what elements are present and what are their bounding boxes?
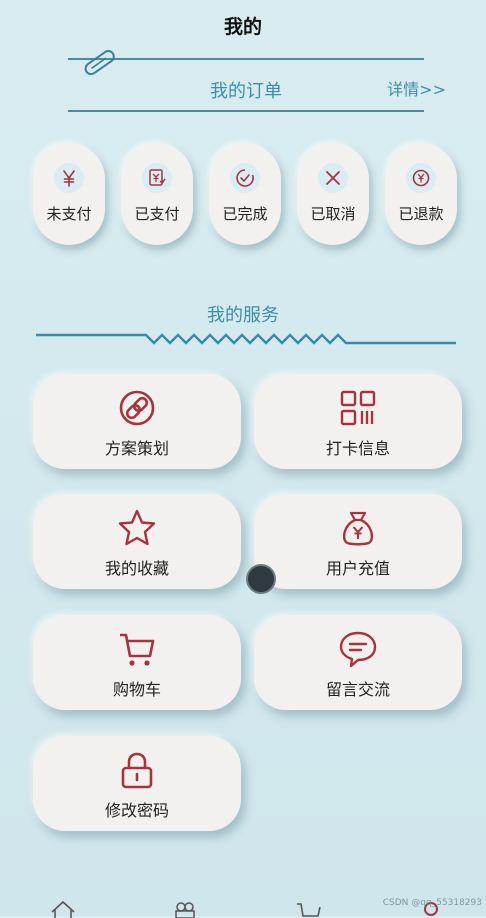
order-section-title: 我的订单 (210, 81, 282, 102)
order-detail-link[interactable]: 详情>> (387, 76, 446, 100)
page-title: 我的 (223, 16, 262, 38)
receipt-icon (142, 163, 172, 193)
service-plan[interactable]: 方案策划 (33, 374, 241, 469)
check-circle-icon (230, 163, 260, 193)
order-status-list: 未支付 已支付 已完成 已取消 已退款 (33, 143, 459, 247)
zigzag-divider (36, 333, 456, 345)
order-status-paid[interactable]: 已支付 (121, 143, 193, 245)
order-status-label: 已支付 (134, 205, 180, 223)
watermark: CSDN @qq_55318293 (382, 898, 482, 908)
service-messages[interactable]: 留言交流 (254, 615, 462, 710)
order-status-cancelled[interactable]: 已取消 (297, 143, 369, 245)
cart-icon[interactable] (296, 900, 322, 918)
order-status-label: 已取消 (310, 205, 356, 223)
order-status-completed[interactable]: 已完成 (209, 143, 281, 245)
chat-bubble-icon (339, 631, 377, 668)
service-label: 购物车 (112, 680, 161, 699)
order-status-refunded[interactable]: 已退款 (385, 143, 457, 245)
order-status-label: 未支付 (46, 205, 92, 223)
service-favorites[interactable]: 我的收藏 (33, 494, 241, 589)
services-section-title: 我的服务 (207, 305, 279, 326)
cart-icon (120, 633, 155, 666)
service-change-password[interactable]: 修改密码 (33, 736, 241, 831)
service-recharge[interactable]: 用户充值 (254, 494, 462, 589)
money-bag-icon (342, 511, 374, 546)
close-icon (318, 163, 348, 193)
service-cart[interactable]: 购物车 (33, 615, 241, 710)
link-circle-icon (119, 390, 155, 426)
gift-icon[interactable] (172, 900, 198, 918)
order-section-header: 我的订单 详情>> (68, 50, 446, 114)
star-icon (118, 509, 156, 546)
service-label: 留言交流 (325, 680, 390, 699)
order-status-label: 已退款 (398, 205, 444, 223)
service-label: 用户充值 (325, 559, 390, 578)
service-label: 我的收藏 (104, 559, 169, 578)
touch-cursor-indicator (246, 564, 276, 594)
order-header-top-line (68, 58, 424, 60)
yen-icon (54, 163, 84, 193)
service-label: 打卡信息 (325, 439, 390, 458)
service-label: 修改密码 (104, 801, 169, 820)
refund-icon (406, 163, 436, 193)
order-header-bottom-line (68, 110, 424, 112)
lock-icon (121, 752, 153, 789)
order-status-label: 已完成 (222, 205, 268, 223)
service-checkin[interactable]: 打卡信息 (254, 374, 462, 469)
qr-code-icon (340, 390, 376, 426)
home-icon[interactable] (50, 900, 76, 918)
paperclip-icon (84, 50, 115, 76)
order-status-unpaid[interactable]: 未支付 (33, 143, 105, 245)
service-label: 方案策划 (104, 439, 169, 458)
